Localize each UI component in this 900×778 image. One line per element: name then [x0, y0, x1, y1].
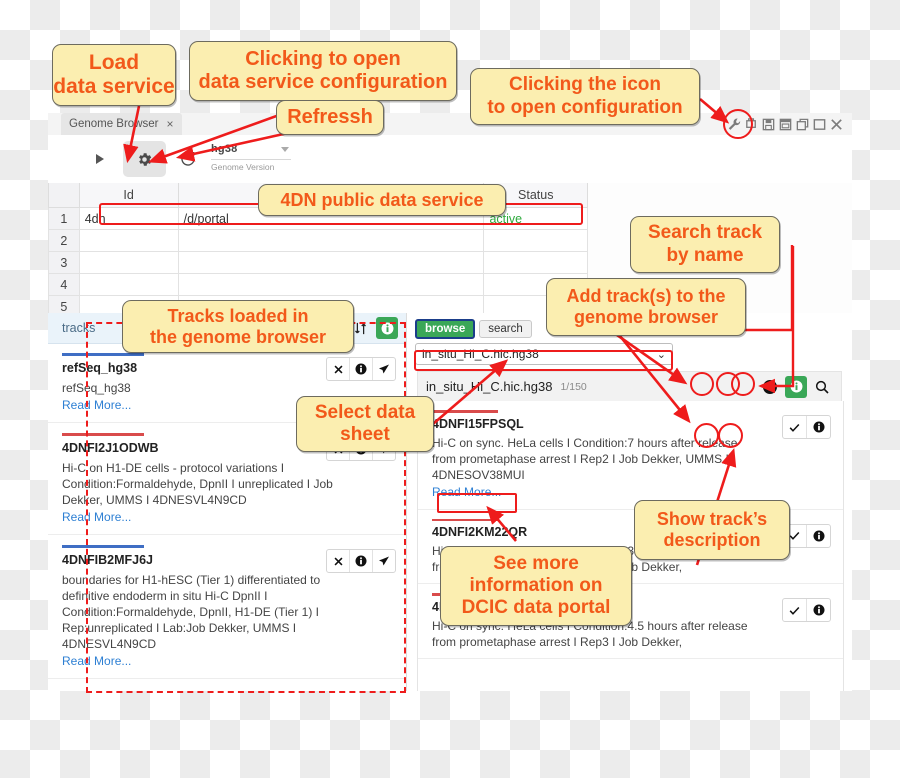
close-icon[interactable]: ×	[166, 118, 173, 130]
row-number: 2	[48, 229, 80, 252]
highlight-read-more-link	[437, 493, 517, 513]
chevron-down-icon	[281, 146, 289, 152]
tab-search[interactable]: search	[479, 320, 532, 338]
callout-show-track-description: Show track’s description	[634, 500, 790, 560]
genome-browser-toolbar: hg38 Genome Version	[48, 135, 852, 184]
highlight-datasheet-select	[414, 350, 673, 371]
genome-version-select[interactable]: hg38 Genome Version	[211, 143, 291, 172]
callout-see-more-info: See more information on DCIC data portal	[440, 546, 632, 626]
highlight-wrench-icon	[723, 109, 753, 139]
callout-text: See more information on DCIC data portal	[461, 552, 611, 619]
callout-text: 4DN public data service	[280, 189, 484, 210]
callout-text: Tracks loaded in the genome browser	[149, 305, 327, 347]
cell-path[interactable]	[177, 273, 485, 296]
callout-clicking-the-icon: Clicking the icon to open configuration	[470, 68, 700, 125]
search-icon[interactable]	[811, 376, 833, 398]
result-accent-bar	[432, 410, 498, 413]
check-icon[interactable]	[783, 599, 807, 621]
cell-path[interactable]	[177, 229, 485, 252]
info-icon[interactable]	[807, 525, 830, 547]
tab-genome-browser-label: Genome Browser	[69, 118, 159, 130]
callout-text: Show track’s description	[656, 509, 768, 550]
info-icon[interactable]	[807, 599, 830, 621]
result-name: 4DNFI15FPSQL	[432, 416, 524, 431]
gear-icon[interactable]	[123, 141, 166, 177]
info-icon[interactable]	[785, 375, 807, 398]
highlight-tracks-panel	[86, 322, 406, 693]
copy-icon[interactable]	[778, 117, 793, 132]
maximize-icon[interactable]	[812, 117, 827, 132]
result-header-title: in_situ_Hi_C.hic.hg38	[426, 379, 553, 394]
highlight-track-check-icon	[694, 423, 719, 448]
refresh-icon[interactable]	[176, 147, 200, 171]
check-icon[interactable]	[783, 416, 807, 438]
tab-browse[interactable]: browse	[415, 319, 476, 339]
play-icon[interactable]	[88, 147, 112, 171]
highlight-track-info-icon	[718, 423, 743, 448]
cell-status[interactable]	[483, 251, 588, 274]
close-icon[interactable]	[829, 117, 844, 132]
callout-text: Add track(s) to the genome browser	[566, 286, 726, 327]
callout-4dn-public-data-service: 4DN public data service	[258, 184, 506, 216]
callout-clicking-to-open-config: Clicking to open data service configurat…	[189, 41, 457, 101]
check-glyph	[789, 423, 800, 432]
tab-genome-browser[interactable]: Genome Browser ×	[61, 113, 182, 135]
check-circle-glyph	[763, 379, 777, 394]
callout-refresh: Refressh	[276, 100, 384, 135]
result-header: in_situ_Hi_C.hic.hg38 1/150	[417, 371, 842, 401]
table-row[interactable]: 4	[48, 273, 588, 296]
save-icon[interactable]	[761, 117, 776, 132]
info-glyph	[790, 380, 802, 393]
corner-cell	[48, 183, 80, 208]
result-count: 1/150	[560, 380, 587, 393]
search-glyph	[815, 380, 829, 394]
callout-text: Refressh	[287, 105, 373, 128]
info-glyph	[813, 421, 824, 433]
cell-id[interactable]	[78, 251, 179, 274]
callout-tracks-loaded: Tracks loaded in the genome browser	[122, 300, 354, 353]
result-action-buttons	[782, 598, 831, 622]
cell-id[interactable]	[78, 273, 179, 296]
info-icon[interactable]	[807, 416, 830, 438]
callout-text: Clicking to open data service configurat…	[198, 47, 448, 93]
row-number: 1	[48, 207, 80, 230]
callout-text: Load data service	[53, 50, 175, 98]
callout-select-data-sheet: Select data sheet	[296, 396, 434, 452]
row-number: 4	[48, 273, 80, 296]
result-header-buttons	[759, 375, 833, 398]
cell-id[interactable]	[78, 229, 179, 252]
callout-text: Clicking the icon to open configuration	[487, 74, 683, 118]
callout-text: Search track by name	[647, 222, 763, 266]
info-glyph	[813, 604, 824, 616]
refresh-glyph	[181, 151, 195, 166]
check-circle-icon[interactable]	[759, 376, 781, 398]
callout-add-tracks: Add track(s) to the genome browser	[546, 278, 746, 336]
highlight-check-circle-icon	[690, 372, 714, 396]
highlight-search-icon	[731, 372, 755, 396]
info-glyph	[813, 530, 824, 541]
browse-search-tabs: browse search	[415, 319, 532, 339]
divider	[211, 159, 291, 160]
gear-glyph	[139, 152, 152, 166]
callout-search-track-by-name: Search track by name	[630, 216, 780, 273]
cell-path[interactable]	[177, 251, 485, 274]
result-accent-bar	[432, 518, 498, 521]
callout-text: Select data sheet	[314, 401, 416, 445]
result-action-buttons	[782, 415, 831, 439]
callout-load-data-service: Load data service	[52, 44, 176, 106]
table-row[interactable]: 3	[48, 251, 588, 274]
row-number: 3	[48, 251, 80, 274]
table-row[interactable]: 2	[48, 229, 588, 252]
genome-version-value: hg38	[211, 143, 238, 155]
genome-version-label: Genome Version	[211, 162, 275, 172]
check-glyph	[789, 606, 800, 615]
cell-status[interactable]	[483, 229, 588, 252]
restore-icon[interactable]	[795, 117, 810, 132]
